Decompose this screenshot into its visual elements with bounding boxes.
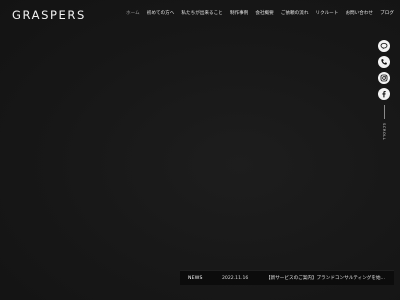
site-logo[interactable]: GRASPERS: [12, 9, 86, 22]
nav-item-blog[interactable]: ブログ: [380, 11, 394, 17]
nav-item-flow[interactable]: ご依頼の流れ: [281, 11, 309, 17]
nav-item-contact[interactable]: お問い合わせ: [345, 11, 373, 17]
nav-item-what-we-do[interactable]: 私たちが出来ること: [181, 11, 222, 17]
sns-sidebar: SCROLL: [378, 40, 390, 140]
news-label: NEWS: [188, 275, 203, 281]
news-headline[interactable]: 【新サービスのご案内】ブランドコンサルティングを始...: [266, 275, 394, 281]
nav-item-company[interactable]: 会社概要: [255, 11, 273, 17]
news-ticker[interactable]: NEWS 2022.11.16 【新サービスのご案内】ブランドコンサルティングを…: [180, 270, 394, 285]
phone-icon[interactable]: [378, 56, 390, 68]
nav-item-first-time[interactable]: 初めての方へ: [147, 11, 175, 17]
scroll-label: SCROLL: [381, 123, 387, 141]
facebook-icon[interactable]: [378, 88, 390, 100]
global-nav: ホーム 初めての方へ 私たちが出来ること 制作事例 会社概要 ご依頼の流れ リク…: [126, 11, 394, 17]
hero-page: GRASPERS ホーム 初めての方へ 私たちが出来ること 制作事例 会社概要 …: [0, 0, 400, 300]
line-icon[interactable]: [378, 40, 390, 52]
nav-item-home[interactable]: ホーム: [126, 11, 140, 17]
news-date: 2022.11.16: [222, 275, 249, 281]
scroll-divider: [383, 105, 385, 119]
nav-item-recruit[interactable]: リクルート: [316, 11, 339, 17]
instagram-icon[interactable]: [378, 72, 390, 84]
nav-item-works[interactable]: 制作事例: [230, 11, 248, 17]
